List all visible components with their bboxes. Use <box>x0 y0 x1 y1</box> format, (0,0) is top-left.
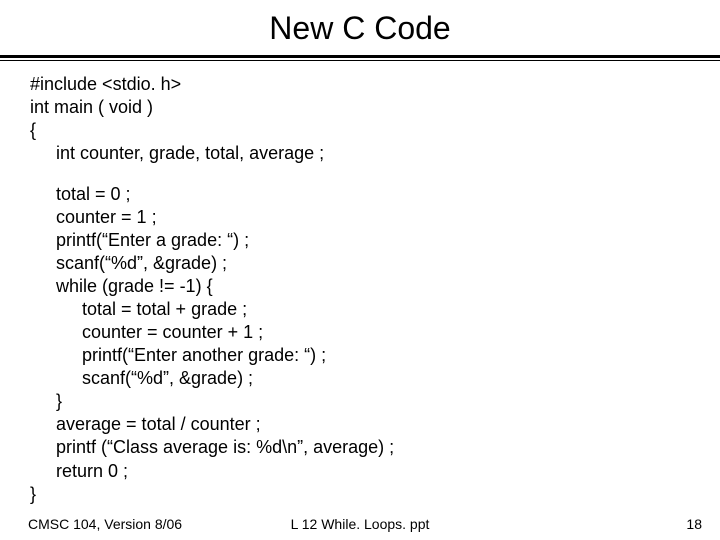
code-line: scanf(“%d”, &grade) ; <box>30 252 720 275</box>
code-line: } <box>30 483 720 506</box>
footer-right: 18 <box>686 516 702 532</box>
code-line: printf (“Class average is: %d\n”, averag… <box>30 436 720 459</box>
code-line: { <box>30 119 720 142</box>
code-line: total = 0 ; <box>30 183 720 206</box>
code-line: printf(“Enter a grade: “) ; <box>30 229 720 252</box>
code-line: total = total + grade ; <box>30 298 720 321</box>
code-line: #include <stdio. h> <box>30 73 720 96</box>
code-line: while (grade != -1) { <box>30 275 720 298</box>
footer-center: L 12 While. Loops. ppt <box>291 516 430 532</box>
code-line: int counter, grade, total, average ; <box>30 142 720 165</box>
code-line: counter = 1 ; <box>30 206 720 229</box>
code-line: printf(“Enter another grade: “) ; <box>30 344 720 367</box>
footer-left: CMSC 104, Version 8/06 <box>28 516 182 532</box>
title-divider <box>0 55 720 61</box>
code-line: } <box>30 390 720 413</box>
code-line: average = total / counter ; <box>30 413 720 436</box>
code-line: return 0 ; <box>30 460 720 483</box>
code-block: #include <stdio. h> int main ( void ) { … <box>0 61 720 506</box>
code-line: counter = counter + 1 ; <box>30 321 720 344</box>
code-line: scanf(“%d”, &grade) ; <box>30 367 720 390</box>
slide-title: New C Code <box>0 0 720 55</box>
code-line: int main ( void ) <box>30 96 720 119</box>
slide-footer: CMSC 104, Version 8/06 L 12 While. Loops… <box>0 516 720 532</box>
